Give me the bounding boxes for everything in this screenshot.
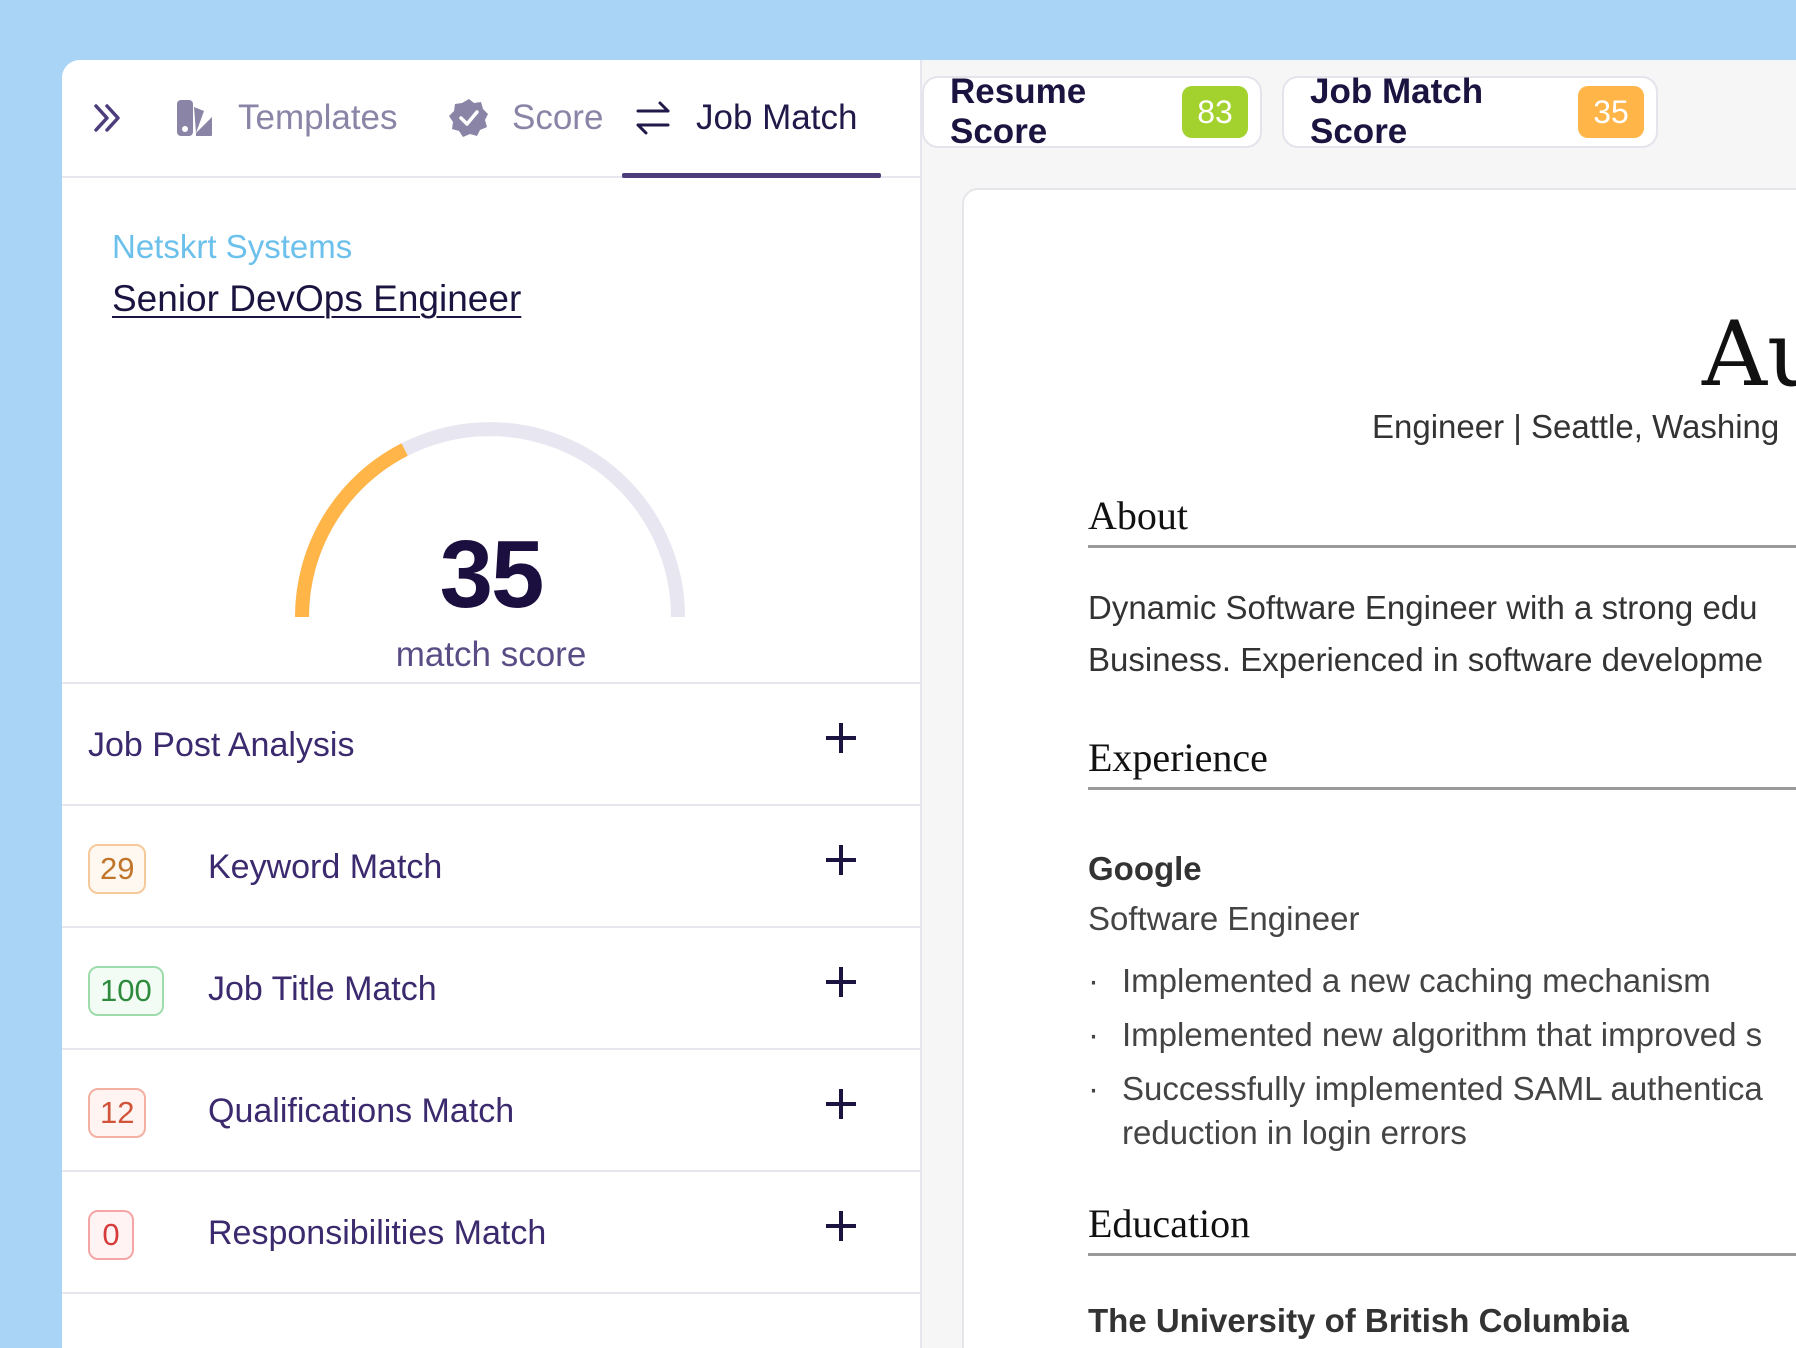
qualifications-match-label: Qualifications Match	[208, 1092, 515, 1130]
job-title-link[interactable]: Senior DevOps Engineer	[112, 278, 521, 320]
experience-heading: Experience	[1088, 734, 1796, 790]
job-match-score-pill[interactable]: Job Match Score 35	[1282, 72, 1658, 151]
resume-score-label: Resume Score	[950, 72, 1087, 151]
app-window: Templates Score Job Match Netskrt System…	[62, 60, 1796, 1348]
resume-document[interactable]: Au Engineer | Seattle, Washing About Dyn…	[962, 188, 1796, 1348]
job-title-match-label: Job Title Match	[208, 970, 437, 1008]
job-post-analysis-label: Job Post Analysis	[88, 726, 355, 764]
resume-score-pill[interactable]: Resume Score 83	[922, 72, 1262, 151]
experience-bullet: · Successfully implemented SAML authentic…	[1088, 1070, 1763, 1108]
experience-company: Google	[1088, 850, 1202, 887]
job-title-match-row[interactable]: 100 Job Title Match	[62, 926, 920, 1048]
resume-preview-panel: Resume Score 83 Job Match Score 35 Au En…	[922, 60, 1796, 1348]
about-heading: About	[1088, 492, 1796, 548]
about-line: Business. Experienced in software develo…	[1088, 641, 1764, 678]
job-match-score-label: Job Match Score	[1310, 72, 1484, 151]
keyword-match-score-badge: 29	[88, 844, 147, 894]
qualifications-match-row[interactable]: 12 Qualifications Match	[62, 1048, 920, 1170]
experience-role: Software Engineer	[1088, 900, 1360, 937]
bullet-text: Implemented new algorithm that improved …	[1122, 1016, 1763, 1053]
resume-subline: Engineer | Seattle, Washing	[1372, 408, 1780, 445]
company-name: Netskrt Systems	[112, 228, 353, 265]
bullet-text: Implemented a new caching mechanism	[1122, 962, 1711, 999]
job-match-panel: Templates Score Job Match Netskrt System…	[62, 60, 922, 1348]
expand-plus-icon[interactable]	[826, 1086, 862, 1122]
swap-arrows-icon	[632, 97, 674, 139]
templates-icon	[174, 97, 216, 139]
bullet-text: Successfully implemented SAML authentica	[1122, 1070, 1763, 1107]
bullet-dot: ·	[1088, 1070, 1099, 1107]
tab-score[interactable]: Score	[448, 60, 603, 176]
resume-score-badge: 83	[1182, 86, 1248, 138]
experience-bullet-continuation: reduction in login errors	[1088, 1114, 1467, 1152]
bullet-dot: ·	[1088, 962, 1099, 999]
tab-bar: Templates Score Job Match	[62, 60, 920, 178]
expand-plus-icon[interactable]	[826, 964, 862, 1000]
keyword-match-row[interactable]: 29 Keyword Match	[62, 804, 920, 926]
education-school: The University of British Columbia	[1088, 1302, 1629, 1339]
responsibilities-match-row[interactable]: 0 Responsibilities Match	[62, 1170, 920, 1294]
bullet-text: reduction in login errors	[1122, 1114, 1467, 1151]
tab-job-match-label: Job Match	[696, 98, 858, 137]
expand-sidebar-button[interactable]	[90, 60, 126, 176]
expand-plus-icon[interactable]	[826, 1208, 862, 1244]
keyword-match-label: Keyword Match	[208, 848, 443, 886]
expand-plus-icon[interactable]	[826, 842, 862, 878]
tab-score-label: Score	[512, 98, 604, 137]
match-score-label: match score	[395, 635, 587, 674]
job-match-score-badge: 35	[1578, 86, 1644, 138]
experience-bullet: · Implemented new algorithm that improved…	[1088, 1016, 1762, 1054]
job-post-analysis-row[interactable]: Job Post Analysis	[62, 682, 920, 804]
job-title-match-score-badge: 100	[88, 966, 164, 1016]
bullet-dot: ·	[1088, 1016, 1099, 1053]
match-score-value: 35	[439, 521, 545, 628]
tab-templates[interactable]: Templates	[174, 60, 398, 176]
resume-name: Au	[1702, 302, 1796, 407]
tab-templates-label: Templates	[238, 98, 398, 137]
education-heading: Education	[1088, 1200, 1796, 1256]
tab-job-match[interactable]: Job Match	[621, 60, 882, 178]
double-chevron-right-icon	[90, 100, 126, 136]
expand-plus-icon[interactable]	[826, 720, 862, 756]
score-badge-icon	[448, 97, 490, 139]
responsibilities-match-label: Responsibilities Match	[208, 1214, 547, 1252]
qualifications-match-score-badge: 12	[88, 1088, 147, 1138]
experience-bullet: · Implemented a new caching mechanism	[1088, 962, 1711, 1000]
responsibilities-match-score-badge: 0	[88, 1210, 134, 1260]
about-line: Dynamic Software Engineer with a strong …	[1088, 589, 1758, 626]
